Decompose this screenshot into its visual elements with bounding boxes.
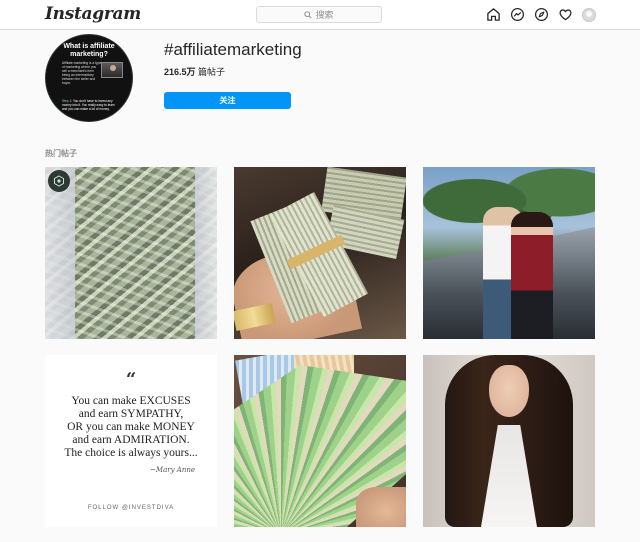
hashtag-title: #affiliatemarketing bbox=[164, 40, 302, 59]
quote-line: OR you can make MONEY bbox=[67, 421, 195, 433]
hashtag-profile-image: What is affiliate marketing? Affiliate m… bbox=[45, 34, 133, 122]
quote-line: You can make EXCUSES bbox=[71, 395, 191, 407]
profile-image-footer: Step 1: You don't have to invest any mon… bbox=[62, 99, 120, 111]
quote-line: and earn SYMPATHY, bbox=[78, 408, 184, 420]
search-input[interactable]: 搜索 bbox=[256, 6, 382, 23]
top-nav-bar: Instagram 搜索 bbox=[0, 0, 640, 30]
profile-avatar[interactable] bbox=[582, 7, 596, 22]
reel-icon bbox=[48, 170, 70, 192]
quote-text: You can make EXCUSES and earn SYMPATHY, … bbox=[45, 395, 217, 460]
post-count-label: 篇帖子 bbox=[195, 67, 226, 77]
explore-icon[interactable] bbox=[534, 7, 549, 22]
bag-left bbox=[45, 167, 75, 339]
search-icon bbox=[304, 10, 313, 19]
heart-icon[interactable] bbox=[558, 7, 573, 22]
post-tile-6[interactable] bbox=[423, 355, 595, 527]
bag-right bbox=[195, 167, 217, 339]
post-tile-3[interactable] bbox=[423, 167, 595, 339]
messenger-icon[interactable] bbox=[510, 7, 525, 22]
quote-line: The choice is always yours... bbox=[64, 447, 198, 459]
post-tile-5[interactable] bbox=[234, 355, 406, 527]
top-posts-heading: 热门帖子 bbox=[45, 149, 77, 158]
post-tile-2[interactable] bbox=[234, 167, 406, 339]
profile-image-body: Affiliate marketing is a type of marketi… bbox=[62, 61, 102, 85]
hand bbox=[356, 487, 406, 527]
person bbox=[511, 212, 553, 339]
instagram-logo[interactable]: Instagram bbox=[45, 4, 141, 24]
post-tile-1[interactable] bbox=[45, 167, 217, 339]
quote-mark: “ bbox=[125, 369, 137, 390]
nav-icons bbox=[486, 7, 596, 22]
quote-signature: ~Mary Anne bbox=[150, 466, 195, 474]
profile-image-title: What is affiliate marketing? bbox=[63, 43, 115, 58]
face bbox=[489, 365, 529, 417]
quote-line: and earn ADMIRATION. bbox=[72, 434, 190, 446]
post-tile-4[interactable]: “ You can make EXCUSES and earn SYMPATHY… bbox=[45, 355, 217, 527]
quote-footer: FOLLOW @INVESTDIVA bbox=[87, 505, 175, 511]
home-icon[interactable] bbox=[486, 7, 501, 22]
profile-image-photo bbox=[101, 62, 123, 78]
post-count-number: 216.5万 bbox=[164, 67, 196, 77]
post-count: 216.5万 篇帖子 bbox=[164, 65, 225, 78]
search-placeholder: 搜索 bbox=[315, 10, 334, 20]
follow-button[interactable]: 关注 bbox=[164, 92, 291, 109]
